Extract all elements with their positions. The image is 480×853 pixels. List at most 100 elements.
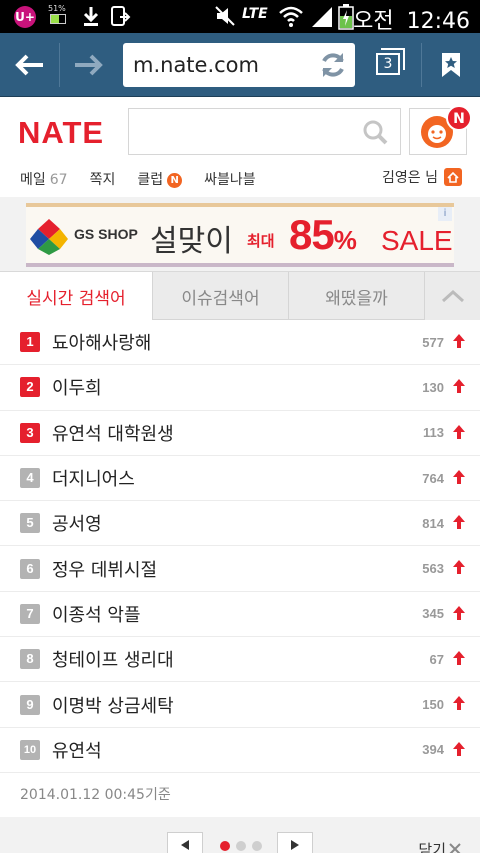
tab-count-button[interactable]: 3 [376, 53, 400, 75]
triangle-left-icon [181, 840, 189, 850]
nateon-button[interactable]: N [409, 105, 472, 155]
menu-ssabul[interactable]: 싸블나블 [204, 169, 256, 189]
keyword-text[interactable]: 공서영 [52, 510, 102, 536]
banner-percent: 85% [289, 211, 357, 258]
back-button[interactable] [0, 33, 58, 97]
search-box[interactable] [128, 108, 401, 155]
url-bar[interactable]: m.nate.com [123, 43, 355, 87]
keyword-text[interactable]: 유연석 [52, 737, 102, 763]
tab-realtime[interactable]: 실시간 검색어 [0, 272, 153, 321]
search-input[interactable] [129, 109, 349, 153]
browser-toolbar: m.nate.com 3 [0, 33, 480, 97]
close-label: 닫기 [418, 841, 446, 853]
rank-change-count: 764 [422, 470, 444, 486]
page-dot[interactable] [236, 841, 246, 851]
prev-page-button[interactable] [167, 832, 203, 853]
arrow-up-icon [453, 741, 465, 756]
list-item[interactable]: 1 됴아해사랑해 577 [0, 320, 480, 366]
rank-change-count: 113 [423, 425, 444, 441]
page-dots [220, 841, 262, 851]
close-button[interactable]: 닫기 [418, 839, 462, 853]
list-item[interactable]: 9 이명박 상금세탁 150 [0, 682, 480, 728]
tab-why[interactable]: 왜떴을까 [289, 272, 425, 320]
mail-count: 67 [49, 172, 68, 188]
tab-issue[interactable]: 이슈검색어 [153, 272, 289, 320]
home-icon[interactable] [444, 168, 462, 186]
download-icon [83, 7, 99, 26]
collapse-button[interactable] [424, 272, 480, 320]
search-icon[interactable] [362, 119, 388, 145]
user-menu[interactable]: 김영은 님 [382, 167, 462, 187]
battery-icon [338, 4, 354, 30]
ad-banner[interactable]: GS SHOP 설맞이 최대 85% SALE i [26, 203, 454, 267]
clock: 오전 12:46 [353, 3, 470, 35]
rank-badge: 4 [20, 468, 40, 489]
list-item[interactable]: 3 유연석 대학원생 113 [0, 411, 480, 456]
nate-header: NATE N 메일 67 쪽지 클럽 N 싸블나블 김영은 님 [0, 97, 480, 197]
forward-button[interactable] [60, 33, 118, 97]
rank-change-count: 577 [422, 334, 444, 350]
reload-icon[interactable] [317, 49, 349, 81]
rank-badge: 1 [20, 332, 40, 353]
ranking-list: 1 됴아해사랑해 577 2 이두희 130 3 유연석 대학원생 113 4 … [0, 320, 480, 818]
arrow-up-icon [453, 560, 465, 575]
rank-change-count: 130 [422, 379, 444, 395]
list-item[interactable]: 7 이종석 악플 345 [0, 592, 480, 638]
page-dot-active[interactable] [220, 841, 230, 851]
banner-max-label: 최대 [247, 232, 275, 250]
keyword-text[interactable]: 이종석 악플 [52, 601, 141, 627]
rank-badge: 10 [20, 739, 40, 760]
menu-club[interactable]: 클럽 N [137, 169, 183, 189]
nateon-badge: N [446, 105, 472, 131]
arrow-up-icon [453, 334, 465, 348]
keyword-text[interactable]: 이명박 상금세탁 [52, 692, 174, 718]
rank-change-count: 67 [429, 651, 444, 667]
url-text[interactable]: m.nate.com [133, 53, 259, 77]
keyword-text[interactable]: 됴아해사랑해 [52, 329, 151, 355]
arrow-up-icon [453, 424, 465, 439]
rank-change-count: 814 [422, 515, 444, 531]
list-item[interactable]: 10 유연석 394 [0, 728, 480, 773]
menu-mail[interactable]: 메일 67 [20, 169, 68, 189]
keyword-text[interactable]: 이두희 [52, 374, 102, 400]
arrow-up-icon [453, 651, 465, 666]
list-item[interactable]: 5 공서영 814 [0, 501, 480, 547]
keyword-text[interactable]: 청테이프 생리대 [52, 646, 174, 672]
banner-brand: GS SHOP [74, 226, 138, 242]
list-item[interactable]: 4 더지니어스 764 [0, 456, 480, 502]
rank-badge: 2 [20, 377, 40, 398]
page-dot[interactable] [252, 841, 262, 851]
list-item[interactable]: 8 청테이프 생리대 67 [0, 637, 480, 683]
phone-update-icon [111, 6, 131, 26]
update-timestamp: 2014.01.12 00:45기준 [0, 772, 480, 818]
arrow-up-icon [453, 515, 465, 530]
menu-memo[interactable]: 쪽지 [90, 169, 116, 189]
ad-info-icon[interactable]: i [438, 207, 452, 221]
keyword-text[interactable]: 더지니어스 [52, 465, 135, 491]
clock-ampm: 오전 [353, 9, 394, 34]
pager: 닫기 [0, 817, 480, 853]
carrier-icon: U+ [14, 6, 36, 28]
arrow-right-icon [75, 54, 103, 76]
volte-icon: LTE [242, 6, 268, 22]
arrow-up-icon [453, 696, 465, 711]
nate-logo[interactable]: NATE [18, 115, 104, 151]
arrow-left-icon [15, 54, 43, 76]
triangle-right-icon [291, 840, 299, 850]
list-item[interactable]: 2 이두희 130 [0, 365, 480, 411]
rank-badge: 6 [20, 558, 40, 579]
rank-badge: 8 [20, 649, 40, 670]
list-item[interactable]: 6 정우 데뷔시절 563 [0, 546, 480, 592]
keyword-tabs: 실시간 검색어 이슈검색어 왜떴을까 [0, 271, 480, 321]
rank-badge: 3 [20, 422, 40, 443]
bookmark-button[interactable] [422, 33, 480, 97]
keyword-text[interactable]: 유연석 대학원생 [52, 420, 174, 446]
gs-shop-logo-icon [30, 219, 68, 255]
status-bar: U+ 51% LTE 오전 12:46 [0, 0, 480, 35]
close-icon [449, 843, 461, 853]
arrow-up-icon [453, 469, 465, 484]
banner-title: 설맞이 [150, 224, 233, 259]
next-page-button[interactable] [277, 832, 313, 853]
rank-badge: 9 [20, 694, 40, 715]
keyword-text[interactable]: 정우 데뷔시절 [52, 556, 157, 582]
